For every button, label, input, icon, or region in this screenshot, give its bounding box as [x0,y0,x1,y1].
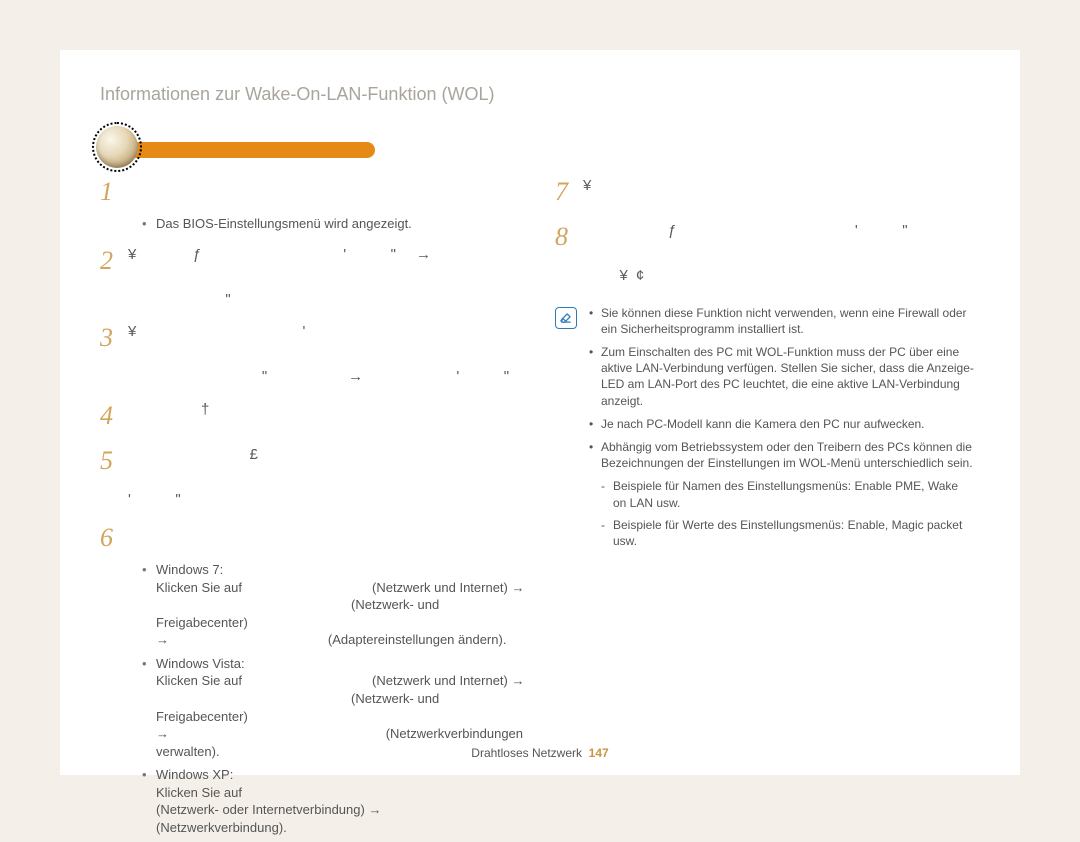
note-item: Sie können diese Funktion nicht verwende… [589,305,974,337]
step-number: 6 [100,520,128,555]
step-8: 8 ƒ ' " [555,215,980,254]
click-label: Klicken Sie auf [156,785,242,800]
footer-label: Drahtloses Netzwerk [471,746,582,760]
step-4: 4 † [100,394,525,433]
net-internet: (Netzwerk und Internet) [372,673,508,688]
click-label: Klicken Sie auf [156,673,242,688]
bullet-item-xp: Windows XP: Klicken Sie auf (Netzwerk- o… [142,766,525,836]
bullet-item-win7: Windows 7: Klicken Sie auf (Netzwerk und… [142,561,525,649]
note-list: Sie können diese Funktion nicht verwende… [589,305,974,555]
note-subitem: Beispiele für Namen des Einstellungsmenü… [589,478,974,510]
adapter: (Adaptereinstellungen ändern). [328,632,507,647]
arrow-icon: → [156,726,169,741]
os-label: Windows Vista: [156,656,245,671]
net-internet: (Netzwerk und Internet) [372,580,508,595]
left-column: 1 Das BIOS-Einstellungsmenü wird angezei… [100,170,525,842]
step-number: 2 [100,243,128,278]
columns: 1 Das BIOS-Einstellungsmenü wird angezei… [100,170,980,842]
glyph-placeholder: ¥ ' [128,316,313,342]
glyph-placeholder: ¥¢ [583,260,652,286]
step-3b: " → ' " [100,361,525,387]
net-freigabe: (Netzwerk- und Freigabecenter) [156,691,439,724]
step-number: 5 [100,443,128,478]
glyph-placeholder: ' " [128,484,189,510]
note-item: Je nach PC-Modell kann die Kamera den PC… [589,416,974,432]
step6-details: Windows 7: Klicken Sie auf (Netzwerk und… [100,561,525,836]
note-icon [555,307,577,329]
step1-detail: Das BIOS-Einstellungsmenü wird angezeigt… [100,215,525,233]
glyph-placeholder: " [128,284,239,310]
step-3: 3 ¥ ' [100,316,525,355]
step-6: 6 [100,516,525,555]
step-5b: ' " [100,484,525,510]
step-number: 4 [100,398,128,433]
os-label: Windows XP: [156,767,233,782]
arrow-icon: → [368,802,381,817]
click-label: Klicken Sie auf [156,580,242,595]
arrow-icon: → [512,580,525,595]
note-item: Zum Einschalten des PC mit WOL-Funktion … [589,344,974,409]
step-5: 5 £ [100,439,525,478]
bullet-item: Das BIOS-Einstellungsmenü wird angezeigt… [142,215,525,233]
glyph-placeholder: " → ' " [128,361,517,387]
xp-netconn: (Netzwerk- oder Internetverbindung) [156,802,365,817]
glyph-placeholder: ¥ [583,170,599,196]
step-number: 3 [100,320,128,355]
note-item: Abhängig vom Betriebssystem oder den Tre… [589,439,974,471]
page: Informationen zur Wake-On-LAN-Funktion (… [60,50,1020,775]
step-number: 7 [555,174,583,209]
glyph-placeholder: ¥ ƒ ' " → [128,239,439,265]
xp-netverb: (Netzwerkverbindung). [156,820,287,835]
step-2: 2 ¥ ƒ ' " → [100,239,525,278]
os-label: Windows 7: [156,562,223,577]
net-freigabe: (Netzwerk- und Freigabecenter) [156,597,439,630]
step-7: 7 ¥ [555,170,980,209]
page-number: 147 [589,746,609,760]
accent-bar [100,142,375,158]
arrow-icon: → [156,632,169,647]
page-title: Informationen zur Wake-On-LAN-Funktion (… [100,82,980,106]
glyph-placeholder: £ [128,439,266,465]
step-number: 8 [555,219,583,254]
step-1: 1 [100,170,525,209]
jewel-icon [96,126,138,168]
glyph-placeholder: ƒ ' " [583,215,916,241]
step-number: 1 [100,174,128,209]
right-column: 7 ¥ 8 ƒ ' " ¥¢ [555,170,980,842]
note-subitem: Beispiele für Werte des Einstellungsmenü… [589,517,974,549]
glyph-placeholder: † [128,394,217,420]
note-box: Sie können diese Funktion nicht verwende… [555,299,980,561]
footer: Drahtloses Netzwerk 147 [60,745,1020,761]
arrow-icon: → [512,673,525,688]
step-8b: ¥¢ [555,260,980,286]
step-2b: " [100,284,525,310]
